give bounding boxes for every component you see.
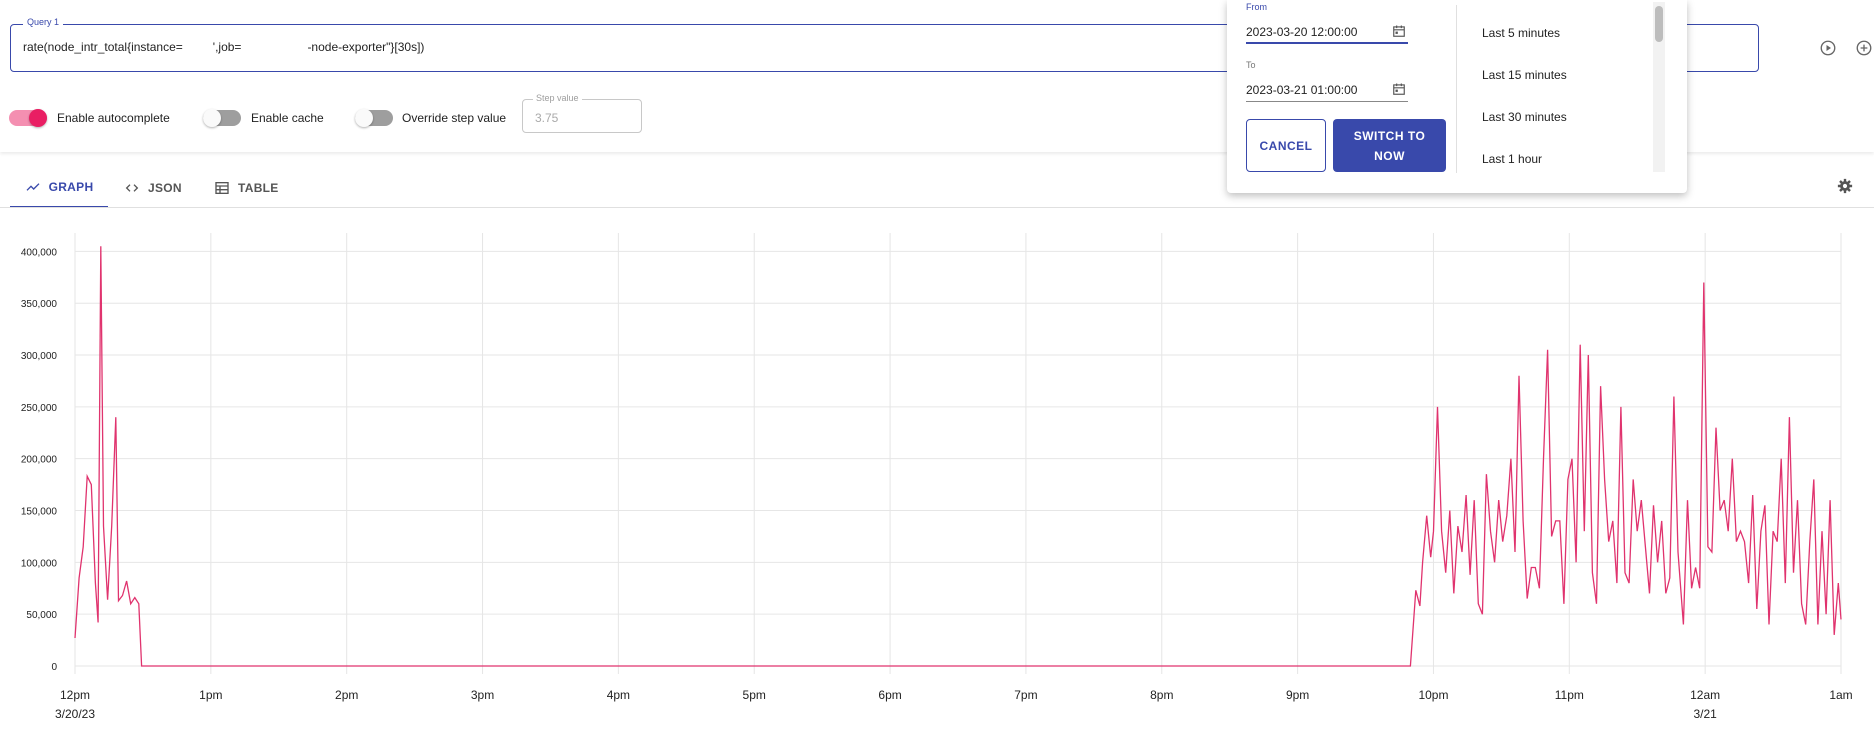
x-tick-label: 10pm [1418,688,1448,702]
y-tick-label: 200,000 [21,455,58,466]
chart-grid [74,233,1842,674]
step-value-input[interactable]: Step value 3.75 [522,93,642,133]
calendar-icon[interactable] [1392,82,1406,96]
y-tick-label: 100,000 [21,558,58,569]
table-icon [215,182,229,194]
x-tick-label: 1am [1829,688,1852,702]
switch-to-now-button[interactable]: SWITCH TO NOW [1333,119,1446,172]
autocomplete-toggle[interactable] [9,109,47,127]
override-step-label: Override step value [402,111,507,125]
query-expression-text: rate(node_intr_total{instance= ',job= -nod… [23,40,425,54]
range-option-30m[interactable]: Last 30 minutes [1482,110,1567,124]
from-date-input[interactable]: 2023-03-20 12:00:00 [1246,22,1408,44]
tab-json[interactable]: JSON [124,168,186,208]
step-value-label: Step value [533,93,582,103]
autocomplete-label: Enable autocomplete [57,111,170,125]
time-range-picker: From 2023-03-20 12:00:00 To 2023-03-21 0… [1227,0,1687,193]
y-tick-label: 350,000 [21,299,58,310]
from-label: From [1246,2,1267,12]
calendar-icon[interactable] [1392,24,1406,38]
picker-divider [1456,5,1457,173]
x-axis: 12pm 3/20/23 1pm 2pm 3pm 4pm 5pm 6pm 7pm 8pm 9pm 10… [55,688,1853,721]
to-label: To [1246,60,1256,70]
y-tick-label: 400,000 [21,247,58,258]
x-tick-label: 4pm [607,688,630,702]
x-tick-label: 6pm [878,688,901,702]
range-option-15m[interactable]: Last 15 minutes [1482,68,1567,82]
time-series-graph[interactable]: 0 50,000 100,000 150,000 200,000 250,000 300,0… [0,230,1874,730]
x-tick-label: 11pm [1555,688,1584,702]
scrollbar-thumb[interactable] [1655,6,1663,42]
to-date-input[interactable]: 2023-03-21 01:00:00 [1246,80,1408,102]
x-tick-label: 12pm [60,688,90,702]
x-tick-label: 2pm [335,688,358,702]
x-tick-sublabel: 3/21 [1693,707,1717,721]
range-list-scrollbar[interactable] [1653,2,1665,172]
query-label: Query 1 [23,17,64,27]
gear-icon [1837,178,1853,194]
cache-label: Enable cache [251,111,324,125]
cache-toggle[interactable] [203,109,241,127]
range-option-1h[interactable]: Last 1 hour [1482,152,1542,166]
y-tick-label: 0 [51,662,57,673]
add-query-button[interactable] [1855,39,1873,57]
x-tick-label: 12am [1690,688,1720,702]
play-circle-icon [1820,40,1836,56]
y-tick-label: 250,000 [21,403,58,414]
y-axis: 0 50,000 100,000 150,000 200,000 250,000 300,0… [21,247,58,673]
y-tick-label: 150,000 [21,507,58,518]
x-tick-label: 5pm [743,688,766,702]
x-tick-sublabel: 3/20/23 [55,707,95,721]
tab-graph[interactable]: GRAPH [10,168,108,208]
x-tick-label: 8pm [1150,688,1173,702]
y-tick-label: 300,000 [21,351,58,362]
cancel-button[interactable]: CANCEL [1246,119,1326,172]
x-tick-label: 9pm [1286,688,1309,702]
execute-query-button[interactable] [1819,39,1837,57]
step-value-placeholder: 3.75 [535,111,559,125]
x-tick-label: 1pm [199,688,222,702]
series-line [74,246,1842,667]
graph-settings-button[interactable] [1836,177,1856,197]
range-option-5m[interactable]: Last 5 minutes [1482,26,1560,40]
x-tick-label: 7pm [1014,688,1037,702]
code-icon [125,184,139,192]
override-step-toggle[interactable] [355,109,393,127]
x-tick-label: 3pm [471,688,494,702]
trending-up-icon [26,183,40,191]
add-circle-icon [1856,40,1872,56]
y-tick-label: 50,000 [26,610,57,621]
tab-divider [0,207,1874,208]
tab-table[interactable]: TABLE [214,168,284,208]
